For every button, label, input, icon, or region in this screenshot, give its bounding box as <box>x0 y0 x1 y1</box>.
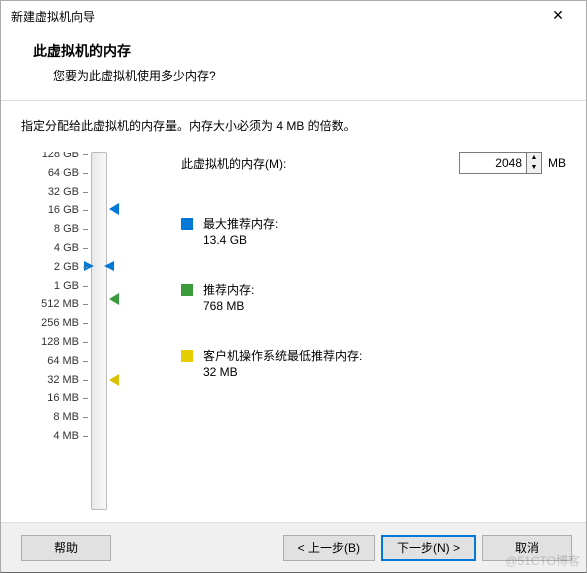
slider-tick-label: 64 MB <box>21 355 79 367</box>
legend-max: 最大推荐内存: 13.4 GB <box>181 216 278 248</box>
spin-up-icon[interactable]: ▲ <box>527 153 541 163</box>
slider-tick-mark <box>83 267 88 268</box>
memory-input-row: 此虚拟机的内存(M): ▲ ▼ MB <box>181 152 566 174</box>
slider-tick-label: 32 MB <box>21 374 79 386</box>
slider-tick-label: 16 GB <box>21 204 79 216</box>
recommended-memory-marker <box>109 293 119 305</box>
button-bar: 帮助 < 上一步(B) 下一步(N) > 取消 <box>1 522 586 572</box>
slider-tick-mark <box>83 342 88 343</box>
close-icon[interactable]: ✕ <box>538 2 578 30</box>
slider-tick-label: 32 GB <box>21 186 79 198</box>
instruction-text: 指定分配给此虚拟机的内存量。内存大小必须为 4 MB 的倍数。 <box>1 117 586 134</box>
legend-min: 客户机操作系统最低推荐内存: 32 MB <box>181 348 362 380</box>
slider-tick-mark <box>83 304 88 305</box>
slider-tick-label: 512 MB <box>21 298 79 310</box>
slider-tick-mark <box>83 229 88 230</box>
max-memory-marker <box>109 203 119 215</box>
slider-tick-mark <box>83 323 88 324</box>
wizard-header: 此虚拟机的内存 您要为此虚拟机使用多少内存? <box>1 31 586 101</box>
legend-min-value: 32 MB <box>203 364 362 380</box>
info-column: 此虚拟机的内存(M): ▲ ▼ MB 最大推荐内存: 13.4 GB <box>131 152 566 510</box>
slider-tick-mark <box>83 210 88 211</box>
slider-tick-label: 256 MB <box>21 317 79 329</box>
slider-handle[interactable] <box>84 261 114 271</box>
memory-spinbox[interactable]: ▲ ▼ <box>459 152 542 174</box>
next-button[interactable]: 下一步(N) > <box>381 535 476 561</box>
slider-tick-mark <box>83 173 88 174</box>
slider-track[interactable] <box>91 152 107 510</box>
slider-tick-mark <box>83 248 88 249</box>
legend-rec-value: 768 MB <box>203 298 254 314</box>
wizard-dialog: 新建虚拟机向导 ✕ 此虚拟机的内存 您要为此虚拟机使用多少内存? 指定分配给此虚… <box>0 0 587 573</box>
slider-tick-mark <box>83 361 88 362</box>
slider-tick-label: 4 MB <box>21 430 79 442</box>
square-icon-blue <box>181 218 193 230</box>
square-icon-green <box>181 284 193 296</box>
slider-tick-mark <box>83 380 88 381</box>
help-button[interactable]: 帮助 <box>21 535 111 561</box>
slider-tick-label: 4 GB <box>21 242 79 254</box>
slider-tick-mark <box>83 192 88 193</box>
memory-label: 此虚拟机的内存(M): <box>181 155 459 172</box>
slider-tick-label: 64 GB <box>21 167 79 179</box>
legend-max-label: 最大推荐内存: <box>203 216 278 232</box>
content-area: 128 GB 64 GB 32 GB 16 GB 8 GB 4 GB 2 GB 1 GB 512… <box>1 152 586 522</box>
legend-recommended: 推荐内存: 768 MB <box>181 282 254 314</box>
slider-tick-label: 8 MB <box>21 411 79 423</box>
memory-unit: MB <box>548 156 566 170</box>
slider-tick-label: 128 MB <box>21 336 79 348</box>
spin-down-icon[interactable]: ▼ <box>527 163 541 173</box>
legend-min-label: 客户机操作系统最低推荐内存: <box>203 348 362 364</box>
window-title: 新建虚拟机向导 <box>11 8 538 25</box>
slider-tick-label: 1 GB <box>21 280 79 292</box>
slider-tick-label: 2 GB <box>21 261 79 273</box>
titlebar: 新建虚拟机向导 ✕ <box>1 1 586 31</box>
legend-max-value: 13.4 GB <box>203 232 278 248</box>
min-memory-marker <box>109 374 119 386</box>
cancel-button[interactable]: 取消 <box>482 535 572 561</box>
slider-tick-mark <box>83 154 88 155</box>
memory-input[interactable] <box>459 152 527 174</box>
slider-tick-mark <box>83 436 88 437</box>
page-heading: 此虚拟机的内存 <box>1 41 586 61</box>
square-icon-yellow <box>181 350 193 362</box>
slider-tick-label: 16 MB <box>21 392 79 404</box>
legend-rec-label: 推荐内存: <box>203 282 254 298</box>
back-button[interactable]: < 上一步(B) <box>283 535 375 561</box>
memory-slider[interactable]: 128 GB 64 GB 32 GB 16 GB 8 GB 4 GB 2 GB 1 GB 512… <box>21 152 131 510</box>
slider-tick-mark <box>83 398 88 399</box>
slider-tick-label: 8 GB <box>21 223 79 235</box>
slider-tick-mark <box>83 286 88 287</box>
page-subheading: 您要为此虚拟机使用多少内存? <box>1 67 586 84</box>
slider-tick-mark <box>83 417 88 418</box>
spin-buttons[interactable]: ▲ ▼ <box>527 152 542 174</box>
slider-tick-label: 128 GB <box>21 152 79 160</box>
